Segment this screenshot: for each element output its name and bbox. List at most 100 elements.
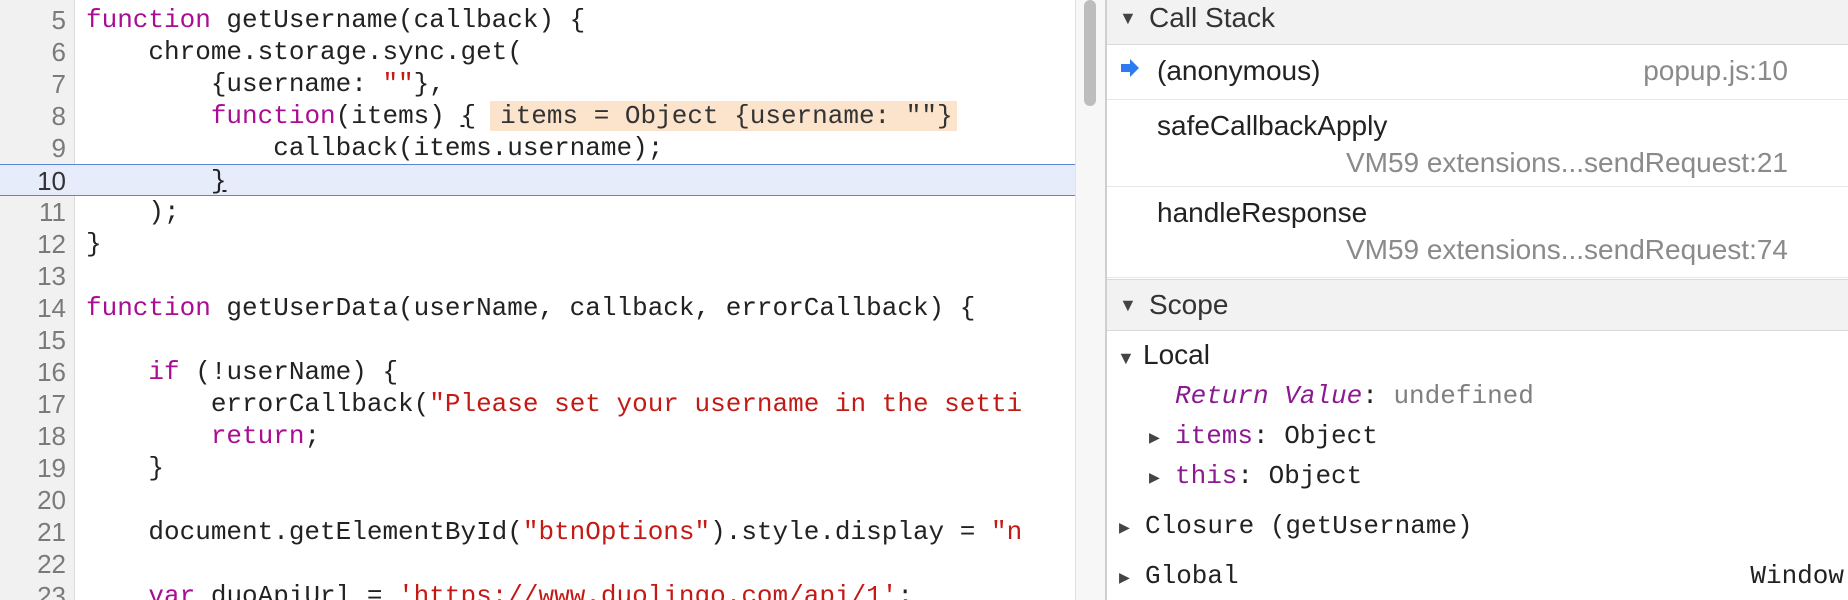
debugger-sidebar: ▼ Call Stack (anonymous) popup.js:10 saf… <box>1107 0 1848 600</box>
expand-triangle-icon: ▶ <box>1119 569 1130 589</box>
bracket-token: { <box>460 101 477 131</box>
line-number[interactable]: 18 <box>0 420 66 452</box>
expand-triangle-icon: ▶ <box>1149 429 1160 449</box>
code-line: 13 <box>0 260 1075 292</box>
inline-variable-value[interactable]: items = Object {username: ""} <box>490 101 957 131</box>
call-stack-header[interactable]: ▼ Call Stack <box>1107 0 1848 45</box>
frame-location[interactable]: VM59 extensions...sendRequest:74 <box>1346 234 1788 266</box>
frame-name: (anonymous) <box>1157 55 1321 86</box>
code-token: getUserData(userName, callback, errorCal… <box>210 293 976 323</box>
code-line: 8 function(items) {items = Object {usern… <box>0 100 1075 132</box>
line-number[interactable]: 22 <box>0 548 66 580</box>
return-value-key: Return Value <box>1175 381 1363 411</box>
code-line: 7 {username: ""}, <box>0 68 1075 100</box>
keyword-token: return <box>210 421 305 451</box>
call-frame-anonymous[interactable]: (anonymous) popup.js:10 <box>1107 45 1848 100</box>
code-token: chrome.storage.sync.get( <box>86 37 523 67</box>
line-code: {username: ""}, <box>86 68 445 100</box>
line-code: document.getElementById("btnOptions").st… <box>86 516 1022 548</box>
scope-items[interactable]: ▶ items: Object <box>1149 420 1378 455</box>
line-number[interactable]: 20 <box>0 484 66 516</box>
code-line: 11 ); <box>0 196 1075 228</box>
code-line: 6 chrome.storage.sync.get( <box>0 36 1075 68</box>
line-code: } <box>86 452 164 484</box>
closure-label: Closure (getUsername) <box>1145 511 1473 541</box>
keyword-token: function <box>86 5 211 35</box>
keyword-token: function <box>86 293 211 323</box>
code-line: 22 <box>0 548 1075 580</box>
line-number[interactable]: 13 <box>0 260 66 292</box>
editor-scrollbar[interactable] <box>1075 0 1106 600</box>
current-frame-arrow-icon <box>1121 59 1139 77</box>
code-token: document.getElementById( <box>86 517 523 547</box>
line-number[interactable]: 19 <box>0 452 66 484</box>
scope-this[interactable]: ▶ this: Object <box>1149 460 1362 495</box>
this-val: Object <box>1268 461 1363 491</box>
line-number[interactable]: 15 <box>0 324 66 356</box>
code-line: 14 function getUserData(userName, callbac… <box>0 292 1075 324</box>
string-token: "Please set your username in the setti <box>429 389 1023 419</box>
scope-local[interactable]: ▼ Local <box>1117 339 1210 374</box>
code-token: {username: <box>86 69 383 99</box>
line-number[interactable]: 9 <box>0 132 66 164</box>
call-frame-handleresponse[interactable]: handleResponse VM59 extensions...sendReq… <box>1107 187 1848 278</box>
code-line: 5 function getUsername(callback) { <box>0 4 1075 36</box>
line-number[interactable]: 14 <box>0 292 66 324</box>
code-token: } <box>86 229 102 259</box>
string-token: "" <box>382 69 414 99</box>
line-code: function getUserData(userName, callback,… <box>86 292 975 324</box>
keyword-token: if <box>148 357 180 387</box>
code-line: 15 <box>0 324 1075 356</box>
line-number[interactable]: 21 <box>0 516 66 548</box>
return-value-val: undefined <box>1393 381 1534 411</box>
scope-title: Scope <box>1149 289 1229 320</box>
global-label: Global <box>1145 561 1239 591</box>
code-line: 16 if (!userName) { <box>0 356 1075 388</box>
global-value: Window <box>1750 561 1844 591</box>
line-number[interactable]: 8 <box>0 100 66 132</box>
string-token: 'https://www.duolingo.com/api/1' <box>398 581 898 600</box>
code-line: 12} <box>0 228 1075 260</box>
scope-global[interactable]: ▶ Global <box>1119 560 1239 595</box>
code-editor[interactable]: 5 function getUsername(callback) {6 chrom… <box>0 0 1075 600</box>
frame-location[interactable]: VM59 extensions...sendRequest:21 <box>1346 147 1788 179</box>
line-code: if (!userName) { <box>86 356 398 388</box>
bracket-token: } <box>210 166 227 196</box>
line-number[interactable]: 17 <box>0 388 66 420</box>
frame-name: handleResponse <box>1157 197 1368 228</box>
line-number[interactable]: 5 <box>0 4 66 36</box>
code-token: } <box>86 453 165 483</box>
code-line: 9 callback(items.username); <box>0 132 1075 164</box>
items-key: items <box>1175 421 1254 451</box>
current-execution-line: 10 } <box>0 164 1075 196</box>
line-number[interactable]: 12 <box>0 228 66 260</box>
code-token: callback(items.username); <box>86 133 664 163</box>
local-label: Local <box>1143 339 1210 370</box>
scope-header[interactable]: ▼ Scope <box>1107 279 1848 331</box>
code-line: 23 var duoApiUrl = 'https://www.duolingo… <box>0 580 1075 600</box>
line-code: callback(items.username); <box>86 132 663 164</box>
expanded-triangle-icon: ▼ <box>1117 348 1135 368</box>
line-number[interactable]: 23 <box>0 580 66 600</box>
code-line: 21 document.getElementById("btnOptions")… <box>0 516 1075 548</box>
code-token: ); <box>86 197 180 227</box>
line-number[interactable]: 11 <box>0 196 66 228</box>
line-code: function getUsername(callback) { <box>86 4 585 36</box>
code-line: 19 } <box>0 452 1075 484</box>
line-number[interactable]: 10 <box>0 165 66 197</box>
keyword-token: var <box>148 581 196 600</box>
line-number[interactable]: 7 <box>0 68 66 100</box>
editor-scrollbar-thumb[interactable] <box>1084 0 1096 106</box>
frame-location[interactable]: popup.js:10 <box>1643 55 1788 87</box>
line-number[interactable]: 16 <box>0 356 66 388</box>
scope-closure[interactable]: ▶ Closure (getUsername) <box>1119 510 1473 545</box>
line-number[interactable]: 6 <box>0 36 66 68</box>
code-line: 18 return; <box>0 420 1075 452</box>
code-token: getUsername(callback) { <box>210 5 586 35</box>
call-frame-safecallbackapply[interactable]: safeCallbackApply VM59 extensions...send… <box>1107 100 1848 187</box>
expand-triangle-icon: ▶ <box>1149 469 1160 489</box>
items-val: Object <box>1284 421 1378 451</box>
string-token: "btnOptions" <box>522 517 711 547</box>
